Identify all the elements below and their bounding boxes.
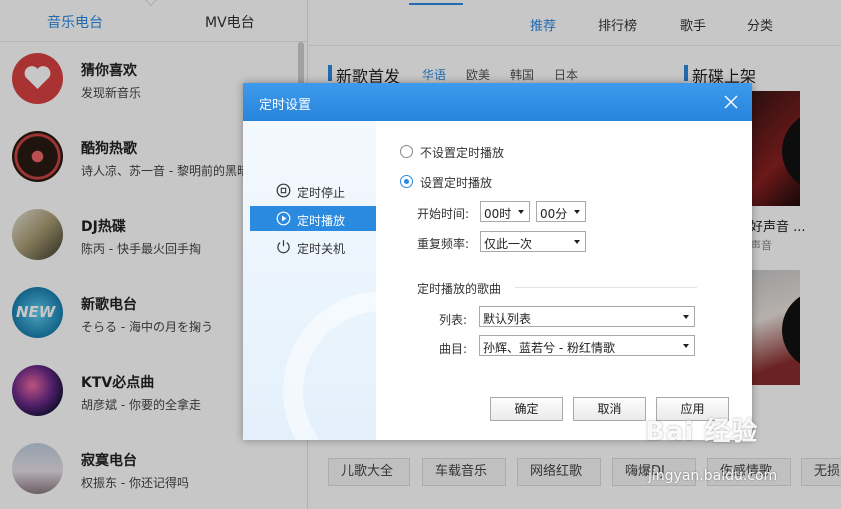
repeat-select[interactable]: 仅此一次 [480, 231, 586, 252]
watermark-logo: Bai 经验 [645, 417, 759, 447]
start-time-label: 开始时间: [417, 207, 470, 221]
playlist-select[interactable]: 默认列表 [479, 306, 695, 327]
dropdown-arrow-icon [574, 240, 580, 244]
dropdown-arrow-icon [518, 210, 524, 214]
decorative-wave [283, 291, 376, 440]
radio-button[interactable] [400, 175, 413, 188]
dialog-header: 定时设置 [243, 83, 752, 121]
timer-settings-dialog: 定时设置 定时停止 定时播放 定时关机 不设置定时播放 设置定时播放 开始时间:… [243, 83, 752, 440]
timer-stop-icon [276, 183, 291, 198]
select-value: 仅此一次 [484, 237, 533, 251]
sidebar-item-timed-play[interactable]: 定时播放 [250, 206, 376, 231]
section-title: 定时播放的歌曲 [417, 282, 502, 296]
select-value: 00分 [540, 207, 568, 221]
track-label: 曲目: [439, 342, 468, 356]
dropdown-arrow-icon [683, 315, 689, 319]
radio-label: 不设置定时播放 [420, 146, 505, 160]
select-value: 孙辉、蓝若兮 - 粉红情歌 [483, 341, 615, 355]
dialog-title: 定时设置 [259, 98, 312, 113]
radio-button[interactable] [400, 145, 413, 158]
close-icon[interactable] [721, 92, 741, 112]
cancel-button[interactable]: 取消 [573, 397, 646, 421]
power-icon [277, 240, 290, 254]
baidu-jingyan-watermark: Bai 经验 jingyan.baidu.com [645, 411, 841, 493]
repeat-label: 重复频率: [417, 237, 470, 251]
track-select[interactable]: 孙辉、蓝若兮 - 粉红情歌 [479, 335, 695, 356]
minute-select[interactable]: 00分 [536, 201, 586, 222]
sidebar-item-label: 定时停止 [297, 186, 346, 200]
hour-select[interactable]: 00时 [480, 201, 530, 222]
divider [515, 287, 697, 288]
radio-label: 设置定时播放 [420, 176, 493, 190]
sidebar-item-label: 定时关机 [297, 242, 346, 256]
timer-play-icon [276, 211, 291, 226]
watermark-url: jingyan.baidu.com [648, 468, 778, 484]
select-value: 00时 [484, 207, 512, 221]
dropdown-arrow-icon [683, 344, 689, 348]
sidebar-item-timed-stop[interactable]: 定时停止 [250, 178, 376, 203]
sidebar-item-label: 定时播放 [297, 214, 346, 228]
dialog-sidebar: 定时停止 定时播放 定时关机 [243, 121, 376, 440]
playlist-label: 列表: [439, 313, 468, 327]
select-value: 默认列表 [483, 312, 532, 326]
sidebar-item-timed-shutdown[interactable]: 定时关机 [250, 234, 376, 259]
dropdown-arrow-icon [574, 210, 580, 214]
ok-button[interactable]: 确定 [490, 397, 563, 421]
